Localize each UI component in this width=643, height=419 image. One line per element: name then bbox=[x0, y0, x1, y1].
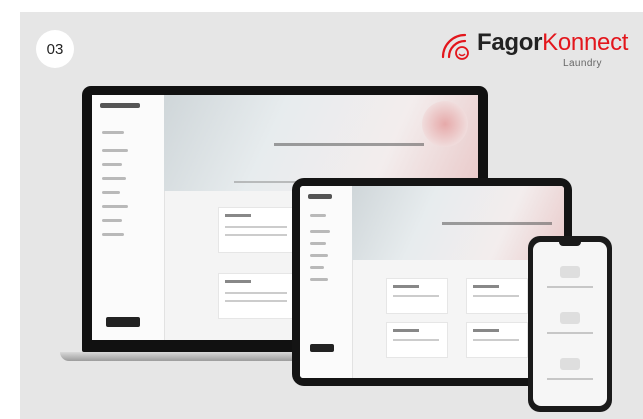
sidebar-item bbox=[310, 278, 328, 281]
sidebar-item bbox=[310, 266, 324, 269]
tablet-sidebar bbox=[300, 186, 353, 378]
app-tile bbox=[560, 358, 580, 370]
sidebar-item bbox=[102, 219, 122, 222]
sidebar-item bbox=[310, 254, 328, 257]
sidebar-button bbox=[310, 344, 334, 352]
sidebar-item bbox=[310, 230, 330, 233]
hero-title-line bbox=[274, 143, 424, 146]
step-number-badge: 03 bbox=[36, 30, 74, 68]
hero-decoration bbox=[422, 101, 468, 147]
sidebar-logo bbox=[308, 194, 332, 199]
sidebar-item bbox=[102, 177, 126, 180]
sidebar-item bbox=[102, 163, 122, 166]
content-card bbox=[466, 322, 528, 358]
sidebar-item bbox=[102, 233, 124, 236]
brand-wordmark: FagorKonnect bbox=[477, 29, 628, 57]
brand-name-red: Konnect bbox=[542, 29, 629, 56]
app-tile bbox=[560, 266, 580, 278]
brand-name-dark: Fagor bbox=[477, 29, 543, 56]
content-card bbox=[386, 322, 448, 358]
sidebar-item bbox=[310, 242, 326, 245]
sidebar-button bbox=[106, 317, 140, 327]
text-line bbox=[547, 286, 593, 288]
wifi-smile-icon bbox=[441, 33, 469, 60]
sidebar-item bbox=[102, 205, 128, 208]
laptop-hero-banner bbox=[164, 95, 478, 191]
text-line bbox=[547, 378, 593, 380]
phone-notch bbox=[559, 242, 581, 246]
step-number: 03 bbox=[46, 40, 64, 58]
phone-mockup bbox=[528, 236, 612, 412]
brand-logo: FagorKonnect Laundry bbox=[439, 27, 629, 73]
sidebar-item bbox=[102, 131, 124, 134]
content-card bbox=[218, 207, 296, 253]
app-tile bbox=[560, 312, 580, 324]
sidebar-logo bbox=[100, 103, 140, 108]
sidebar-item bbox=[102, 191, 120, 194]
content-card bbox=[218, 273, 296, 319]
showcase-panel: 03 FagorKonnect Laundry bbox=[20, 12, 643, 419]
text-line bbox=[547, 332, 593, 334]
content-card bbox=[386, 278, 448, 314]
sidebar-item bbox=[102, 149, 128, 152]
tablet-screen bbox=[300, 186, 564, 378]
phone-screen bbox=[533, 242, 607, 406]
laptop-sidebar bbox=[92, 95, 165, 340]
hero-title-line bbox=[442, 222, 552, 225]
content-card bbox=[466, 278, 528, 314]
brand-subtitle: Laundry bbox=[563, 58, 602, 69]
sidebar-item bbox=[310, 214, 326, 217]
